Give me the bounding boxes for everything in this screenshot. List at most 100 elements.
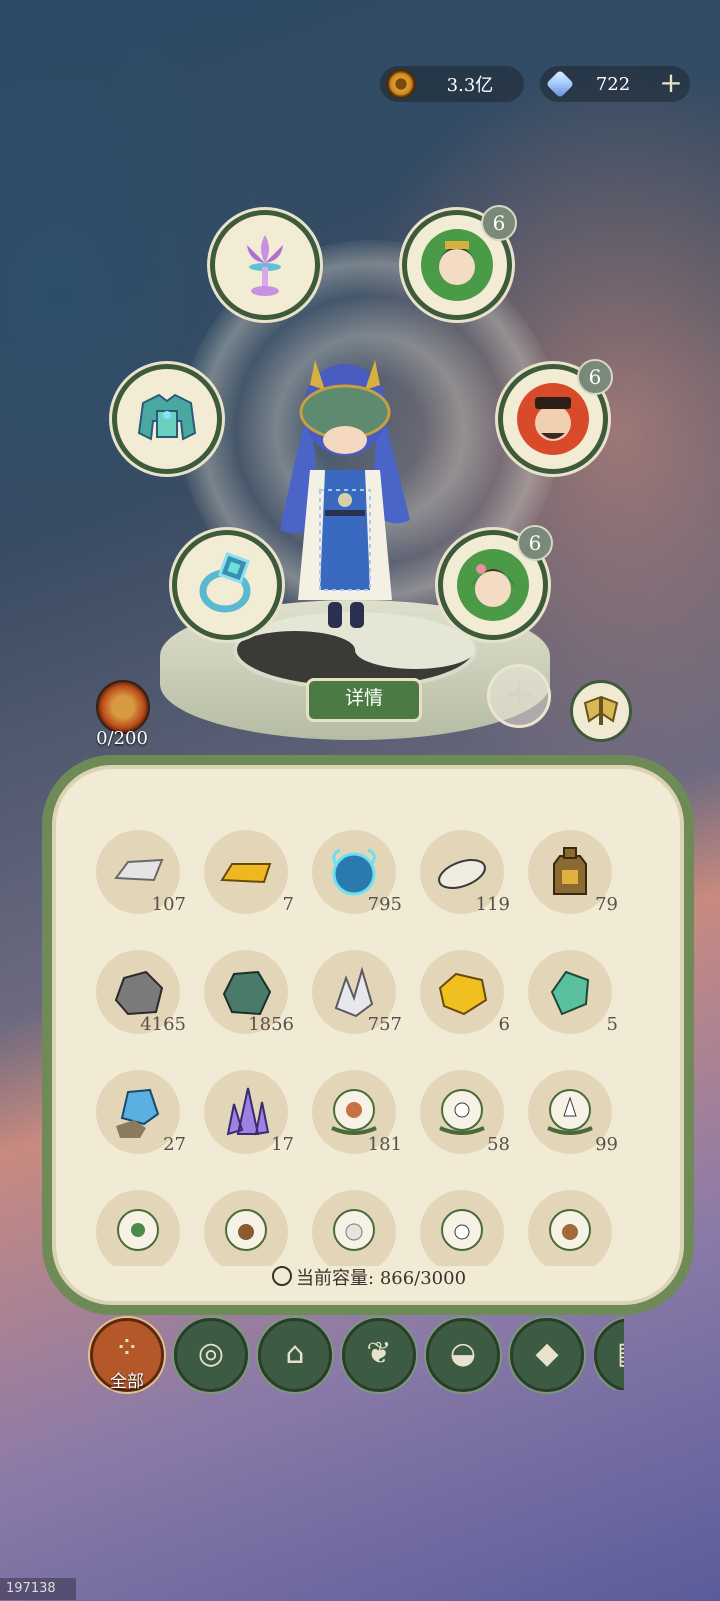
ore-icon: ◆	[535, 1336, 559, 1371]
inventory-item[interactable]: 17	[196, 1066, 296, 1166]
spirit-orb-icon	[332, 848, 376, 896]
add-gems-button[interactable]: +	[656, 69, 686, 99]
level-badge: 6	[517, 525, 553, 561]
item-count: 79	[595, 894, 618, 915]
capacity-display: 当前容量: 866/3000	[272, 1264, 466, 1290]
capacity-icon	[272, 1266, 292, 1286]
item-count: 757	[367, 1014, 402, 1035]
user-id: 197138	[0, 1578, 76, 1600]
inventory-item[interactable]: 5	[520, 946, 620, 1046]
queen-portrait-icon	[421, 229, 493, 301]
inventory-item[interactable]: 58	[412, 1066, 512, 1166]
log-icon: ◎	[197, 1336, 225, 1371]
item-count: 4165	[140, 1014, 186, 1035]
tab-all-label: 全部	[110, 1372, 144, 1392]
inventory-item[interactable]: 99	[520, 1066, 620, 1166]
capacity-value: 866/3000	[379, 1268, 467, 1289]
hero-character[interactable]	[270, 340, 420, 640]
inventory-item[interactable]: 4165	[88, 946, 188, 1046]
inventory-item[interactable]: 79	[520, 826, 620, 926]
detail-button[interactable]: 详情	[306, 678, 422, 722]
coin-icon	[386, 69, 416, 99]
white-stone-icon	[438, 859, 486, 889]
inventory-item[interactable]	[520, 1186, 620, 1266]
goat-egg-icon	[441, 1209, 483, 1251]
tab-ore[interactable]: ◆	[510, 1318, 584, 1392]
armor-icon	[137, 393, 197, 441]
item-count: 795	[367, 894, 402, 915]
item-count: 7	[282, 894, 294, 915]
white-bird-egg-icon	[439, 1089, 485, 1135]
gray-ore-icon	[114, 970, 164, 1016]
item-count: 119	[475, 894, 510, 915]
purple-crystal-icon	[226, 1087, 270, 1136]
inventory-item[interactable]	[304, 1186, 404, 1266]
gem-amount: 722	[595, 73, 631, 95]
inventory-item[interactable]: 27	[88, 1066, 188, 1166]
item-count: 181	[367, 1134, 402, 1155]
quartz-crystal-icon	[334, 966, 374, 1018]
rice-bowl-icon: ◒	[449, 1336, 477, 1371]
item-count: 1856	[248, 1014, 294, 1035]
scroll-icon: ▤	[597, 1321, 624, 1389]
inventory-item[interactable]: 795	[304, 826, 404, 926]
sheep-egg-icon	[333, 1209, 375, 1251]
inventory-item[interactable]: 757	[304, 946, 404, 1046]
jade-shard-icon	[550, 970, 590, 1016]
equip-slot-ring[interactable]	[172, 530, 282, 640]
inventory-item[interactable]: 181	[304, 1066, 404, 1166]
item-count: 99	[595, 1134, 618, 1155]
item-count: 5	[606, 1014, 618, 1035]
tab-scroll-clip: ▤	[594, 1314, 624, 1390]
equip-slot-armor[interactable]	[112, 364, 222, 474]
inventory-item[interactable]: 6	[412, 946, 512, 1046]
level-badge: 6	[481, 205, 517, 241]
official-portrait-icon	[517, 383, 589, 455]
item-count: 27	[163, 1134, 186, 1155]
item-count: 17	[271, 1134, 294, 1155]
house-icon: ⌂	[285, 1336, 305, 1371]
item-count: 6	[498, 1014, 510, 1035]
silver-ingot-icon	[114, 858, 164, 882]
equip-slot-lotus[interactable]	[210, 210, 320, 320]
companion-slot-3[interactable]: 6	[438, 525, 553, 640]
companion-slot-2[interactable]: 6	[498, 359, 613, 474]
level-badge: 6	[577, 359, 613, 395]
add-slot-button[interactable]: +	[487, 664, 551, 728]
tab-food[interactable]: ◒	[426, 1318, 500, 1392]
ring-icon	[199, 551, 251, 613]
inventory-item[interactable]	[412, 1186, 512, 1266]
tab-herbs[interactable]: ❦	[342, 1318, 416, 1392]
monster-count: 0/200	[96, 728, 148, 749]
gold-nugget-icon	[438, 972, 488, 1016]
monster-icon[interactable]	[96, 680, 150, 734]
inventory-item[interactable]: 107	[88, 826, 188, 926]
herb-icon: ❦	[366, 1336, 392, 1371]
capacity-label: 当前容量:	[296, 1268, 375, 1289]
tab-wood[interactable]: ◎	[174, 1318, 248, 1392]
blue-crystal-icon	[116, 1088, 160, 1138]
gold-ingot-icon	[220, 863, 272, 884]
coin-amount: 3.3亿	[446, 75, 494, 96]
companion-slot-1[interactable]: 6	[402, 205, 517, 320]
tab-buildings[interactable]: ⌂	[258, 1318, 332, 1392]
bronze-token-icon	[553, 847, 587, 895]
inventory-item[interactable]: 1856	[196, 946, 296, 1046]
tab-all[interactable]: ⁘ 全部	[90, 1318, 164, 1392]
gem-counter: 722 +	[540, 66, 690, 102]
moth-icon	[583, 695, 619, 725]
inventory-item[interactable]	[196, 1186, 296, 1266]
chicken-egg-icon	[331, 1089, 377, 1135]
goose-egg-icon	[547, 1089, 593, 1135]
inventory-item[interactable]	[88, 1186, 188, 1266]
inventory-item[interactable]: 119	[412, 826, 512, 926]
inventory-item[interactable]: 7	[196, 826, 296, 926]
horse-egg-icon	[549, 1209, 591, 1251]
inventory-grid: 107 7 795 119 79 4165 1856 757 6 5 27 17…	[88, 826, 648, 1266]
tab-scrolls[interactable]: ▤	[594, 1318, 624, 1390]
green-ore-icon	[222, 970, 272, 1016]
lotus-icon	[247, 235, 283, 296]
lady-portrait-icon	[457, 549, 529, 621]
moth-slot[interactable]	[570, 680, 632, 742]
item-count: 107	[151, 894, 186, 915]
